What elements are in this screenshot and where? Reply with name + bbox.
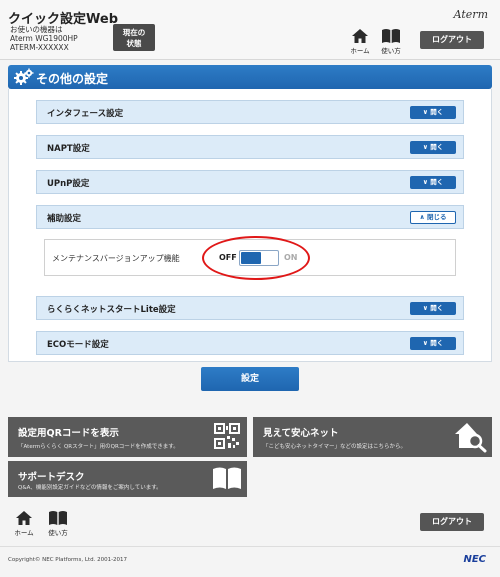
gears-icon xyxy=(14,68,34,85)
brand-logo: Aterm xyxy=(453,8,488,21)
support-desk-card[interactable]: サポートデスク Q&A、機能別設定ガイドなどの情報をご案内しています。 xyxy=(8,461,247,497)
qr-code-icon xyxy=(214,423,240,449)
open-button[interactable]: ∨ 開く xyxy=(410,176,456,189)
set-button[interactable]: 設定 xyxy=(201,367,299,391)
accordion-eco[interactable]: ECOモード設定 ∨ 開く xyxy=(36,331,464,355)
copyright: Copyright© NEC Platforms, Ltd. 2001-2017 xyxy=(8,557,128,563)
footer-usage-nav[interactable]: 使い方 xyxy=(45,510,71,537)
current-status-button[interactable]: 現在の 状態 xyxy=(113,24,155,51)
close-button[interactable]: ∧ 閉じる xyxy=(410,211,456,224)
qr-code-card[interactable]: 設定用QRコードを表示 「Atermらくらく QRスタート」用のQRコードを作成… xyxy=(8,417,247,457)
footer-home-nav[interactable]: ホーム xyxy=(11,510,37,537)
device-ssid: ATERM-XXXXXX xyxy=(10,43,69,52)
home-icon xyxy=(352,29,368,43)
accordion-auxiliary[interactable]: 補助設定 ∧ 閉じる xyxy=(36,205,464,229)
home-nav[interactable]: ホーム xyxy=(347,28,373,55)
home-search-icon xyxy=(455,423,487,453)
usage-nav[interactable]: 使い方 xyxy=(378,28,404,55)
accordion-napt[interactable]: NAPT設定 ∨ 開く xyxy=(36,135,464,159)
book-icon xyxy=(213,467,241,489)
book-icon xyxy=(49,511,67,525)
accordion-rakuraku[interactable]: らくらくネットスタートLite設定 ∨ 開く xyxy=(36,296,464,320)
footer-logout-button[interactable]: ログアウト xyxy=(420,513,484,531)
highlight-circle xyxy=(202,236,310,280)
section-header: その他の設定 xyxy=(8,65,492,89)
accordion-interface[interactable]: インタフェース設定 ∨ 開く xyxy=(36,100,464,124)
logout-button[interactable]: ログアウト xyxy=(420,31,484,49)
home-icon xyxy=(16,511,32,525)
device-model: Aterm WG1900HP xyxy=(10,34,78,43)
open-button[interactable]: ∨ 開く xyxy=(410,141,456,154)
mieteanshin-card[interactable]: 見えて安心ネット 「こども安心ネットタイマー」などの設定はこちらから。 xyxy=(253,417,492,457)
nec-logo: NEC xyxy=(463,554,486,565)
footer-divider xyxy=(0,546,500,547)
accordion-upnp[interactable]: UPnP設定 ∨ 開く xyxy=(36,170,464,194)
header: クイック設定Web お使いの機器は Aterm WG1900HP ATERM-X… xyxy=(0,0,500,60)
book-icon xyxy=(382,29,400,43)
open-button[interactable]: ∨ 開く xyxy=(410,106,456,119)
open-button[interactable]: ∨ 開く xyxy=(410,302,456,315)
open-button[interactable]: ∨ 開く xyxy=(410,337,456,350)
device-label: お使いの機器は xyxy=(10,25,63,34)
section-title: その他の設定 xyxy=(36,72,109,86)
maintenance-label: メンテナンスバージョンアップ機能 xyxy=(52,254,180,263)
